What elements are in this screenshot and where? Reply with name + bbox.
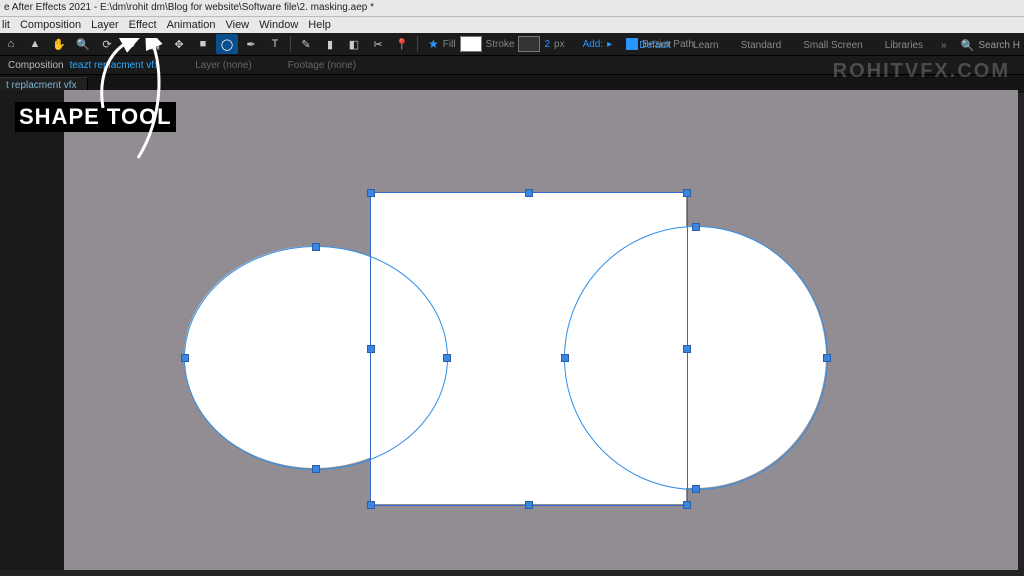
clone-stamp-tool-icon[interactable]: ▮: [319, 34, 341, 54]
anchor-point[interactable]: [561, 354, 569, 362]
search-icon: 🔍: [961, 39, 975, 52]
tool-separator: [290, 36, 291, 52]
crumb-layer-value: (none): [223, 60, 252, 71]
menu-animation[interactable]: Animation: [167, 17, 216, 33]
menu-view[interactable]: View: [225, 17, 249, 33]
add-label: Add:: [583, 39, 604, 50]
type-tool-icon[interactable]: T: [264, 34, 286, 54]
pan-behind-tool-icon[interactable]: ✥: [168, 34, 190, 54]
anchor-point[interactable]: [525, 501, 533, 509]
rotate-tool-icon[interactable]: ↻: [120, 34, 142, 54]
help-search[interactable]: 🔍 Search H: [961, 39, 1020, 52]
crumb-layer-label: Layer: [195, 60, 220, 71]
annotation-label: SHAPE TOOL: [15, 102, 176, 132]
selection-tool-icon[interactable]: ▲: [24, 34, 46, 54]
anchor-point[interactable]: [525, 189, 533, 197]
workspace-standard[interactable]: Standard: [737, 38, 786, 53]
workspace-libraries[interactable]: Libraries: [881, 38, 927, 53]
fill-label: Fill: [443, 39, 456, 50]
ellipse-right-path-outline[interactable]: [564, 226, 828, 490]
anchor-point[interactable]: [367, 501, 375, 509]
star-icon[interactable]: ★: [428, 37, 439, 51]
fill-swatch[interactable]: [460, 36, 482, 52]
stroke-label: Stroke: [486, 39, 515, 50]
menu-help[interactable]: Help: [308, 17, 331, 33]
anchor-point[interactable]: [367, 189, 375, 197]
shape-layer[interactable]: [184, 188, 826, 510]
home-icon[interactable]: ⌂: [0, 34, 22, 54]
anchor-point[interactable]: [181, 354, 189, 362]
anchor-point[interactable]: [683, 345, 691, 353]
anchor-point[interactable]: [443, 354, 451, 362]
zoom-tool-icon[interactable]: 🔍: [72, 34, 94, 54]
composition-stage[interactable]: [64, 90, 1018, 570]
rectangle-tool-icon[interactable]: ■: [192, 34, 214, 54]
menu-file[interactable]: lit: [2, 17, 10, 33]
menu-layer[interactable]: Layer: [91, 17, 119, 33]
add-dropdown-icon[interactable]: ▸: [607, 39, 612, 50]
orbit-tool-icon[interactable]: ⟳: [96, 34, 118, 54]
crumb-footage-value: (none): [327, 60, 356, 71]
menu-window[interactable]: Window: [259, 17, 298, 33]
crumb-footage-label: Footage: [288, 60, 325, 71]
menu-bar: lit Composition Layer Effect Animation V…: [0, 17, 1024, 33]
search-placeholder: Search H: [978, 40, 1020, 51]
anchor-point[interactable]: [683, 189, 691, 197]
workspace-overflow-icon[interactable]: »: [941, 40, 947, 51]
pen-tool-icon[interactable]: ✒: [240, 34, 262, 54]
stroke-swatch[interactable]: [518, 36, 540, 52]
camera-tool-icon[interactable]: ▦: [144, 34, 166, 54]
workspace-default[interactable]: Default: [635, 38, 675, 53]
anchor-point[interactable]: [692, 223, 700, 231]
window-title: e After Effects 2021 - E:\dm\rohit dm\Bl…: [0, 0, 1024, 17]
roto-brush-tool-icon[interactable]: ✂: [367, 34, 389, 54]
crumb-comp-name[interactable]: teazt replacment vfx: [70, 60, 159, 71]
anchor-point[interactable]: [367, 345, 375, 353]
anchor-point[interactable]: [683, 501, 691, 509]
stroke-width-value[interactable]: 2: [544, 39, 550, 50]
workspace-bar: Default Learn Standard Small Screen Libr…: [635, 34, 1020, 56]
hand-tool-icon[interactable]: ✋: [48, 34, 70, 54]
eraser-tool-icon[interactable]: ◧: [343, 34, 365, 54]
anchor-point[interactable]: [692, 485, 700, 493]
brush-tool-icon[interactable]: ✎: [295, 34, 317, 54]
anchor-point[interactable]: [312, 243, 320, 251]
anchor-point[interactable]: [823, 354, 831, 362]
menu-effect[interactable]: Effect: [129, 17, 157, 33]
workspace-small-screen[interactable]: Small Screen: [799, 38, 866, 53]
ellipse-left-path-outline[interactable]: [184, 246, 448, 470]
puppet-pin-tool-icon[interactable]: 📍: [391, 34, 413, 54]
watermark: ROHITVFX.COM: [833, 60, 1010, 83]
project-panel-strip: [0, 90, 64, 570]
crumb-label: Composition: [8, 60, 64, 71]
menu-composition[interactable]: Composition: [20, 17, 81, 33]
viewer-panel: [64, 90, 1018, 570]
stroke-unit: px: [554, 39, 565, 50]
workspace-learn[interactable]: Learn: [689, 38, 723, 53]
ellipse-tool-icon[interactable]: ◯: [216, 34, 238, 54]
tool-separator: [417, 36, 418, 52]
anchor-point[interactable]: [312, 465, 320, 473]
